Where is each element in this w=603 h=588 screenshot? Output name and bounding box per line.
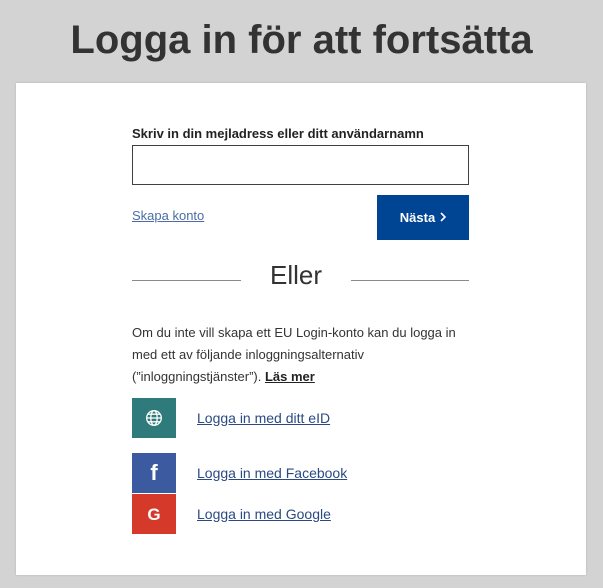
facebook-login-link[interactable]: Logga in med Facebook — [197, 465, 347, 481]
email-field[interactable] — [132, 145, 469, 185]
facebook-icon: f — [132, 453, 176, 493]
next-button[interactable]: Nästa — [377, 195, 469, 240]
alternatives-info: Om du inte vill skapa ett EU Login-konto… — [132, 322, 477, 388]
google-login-link[interactable]: Logga in med Google — [197, 506, 331, 522]
read-more-link[interactable]: Läs mer — [265, 369, 315, 384]
chevron-right-icon — [440, 210, 447, 225]
page-title: Logga in för att fortsätta — [70, 18, 533, 62]
next-button-label: Nästa — [399, 210, 436, 225]
eid-login-link[interactable]: Logga in med ditt eID — [197, 410, 330, 426]
provider-google[interactable]: G Logga in med Google — [132, 494, 331, 534]
provider-eid[interactable]: Logga in med ditt eID — [132, 398, 330, 438]
provider-facebook[interactable]: f Logga in med Facebook — [132, 453, 347, 493]
divider-left — [132, 280, 241, 281]
globe-icon — [132, 398, 176, 438]
google-icon: G — [132, 494, 176, 534]
divider-right — [351, 280, 469, 281]
create-account-link[interactable]: Skapa konto — [132, 208, 204, 223]
email-field-label: Skriv in din mejladress eller ditt använ… — [132, 126, 424, 141]
or-divider-text: Eller — [269, 260, 322, 290]
